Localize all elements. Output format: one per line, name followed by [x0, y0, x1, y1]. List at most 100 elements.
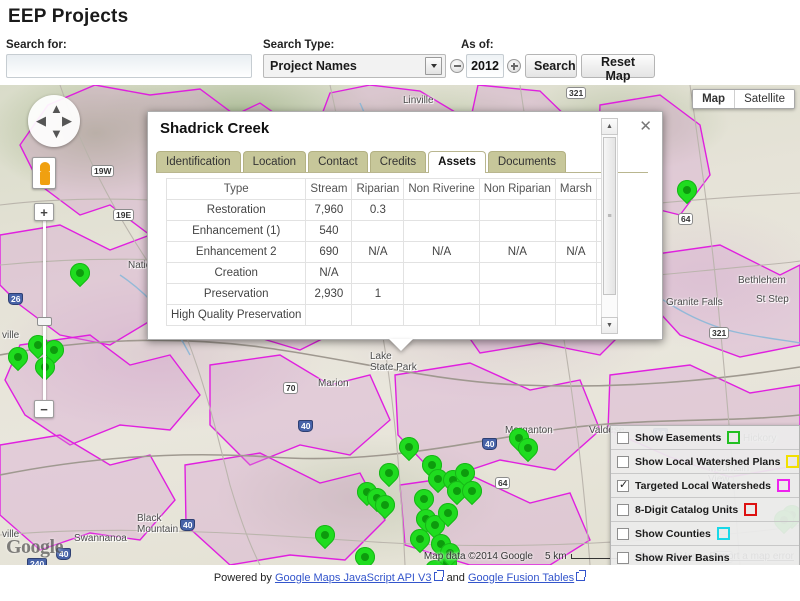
legend-label: Show River Basins — [635, 552, 730, 564]
assets-table-row: Preservation2,9301N/A — [166, 283, 618, 305]
road-shield: 321 — [566, 87, 587, 99]
zoom-slider[interactable]: + − — [34, 203, 54, 418]
google-maps-api-link[interactable]: Google Maps JavaScript API V3 — [275, 572, 432, 584]
tab-credits[interactable]: Credits — [369, 151, 427, 172]
search-button[interactable]: Search — [525, 54, 577, 78]
assets-cell — [403, 262, 480, 284]
scroll-up-icon[interactable]: ▲ — [601, 118, 618, 135]
assets-cell — [305, 304, 353, 326]
zoom-slider-thumb[interactable] — [37, 317, 52, 326]
assets-cell: N/A — [478, 241, 556, 263]
project-marker-pin[interactable] — [65, 258, 106, 293]
info-window-scrollbar[interactable]: ▲ ≡ ▼ — [601, 118, 618, 334]
google-fusion-tables-link[interactable]: Google Fusion Tables — [468, 572, 574, 584]
legend-row[interactable]: 8-Digit Catalog Units — [611, 498, 799, 522]
project-marker-pin[interactable] — [3, 342, 44, 377]
year-input[interactable] — [466, 54, 504, 78]
search-type-select[interactable]: Project Names — [263, 54, 446, 78]
search-for-label: Search for: — [6, 39, 67, 51]
tab-assets[interactable]: Assets — [428, 151, 486, 173]
scrollbar-track[interactable]: ≡ — [601, 135, 618, 317]
assets-column-header: Marsh — [554, 178, 597, 200]
legend-checkbox[interactable] — [617, 431, 629, 444]
project-marker-pin[interactable] — [513, 433, 554, 468]
map-layers-legend[interactable]: Show Easements Show Local Watershed Plans… — [610, 425, 800, 565]
scroll-down-icon[interactable]: ▼ — [601, 317, 618, 334]
search-input[interactable] — [6, 54, 252, 78]
map-type-control[interactable]: Map Satellite — [692, 89, 795, 109]
zoom-out-button[interactable]: − — [34, 400, 54, 418]
assets-cell — [351, 304, 405, 326]
assets-cell — [478, 199, 556, 221]
assets-table: Type Stream Riparian Non Riverine Non Ripari… — [166, 178, 618, 326]
year-increment-button[interactable] — [507, 59, 521, 73]
assets-cell — [478, 220, 556, 242]
assets-cell: N/A — [403, 241, 480, 263]
tab-contact[interactable]: Contact — [308, 151, 368, 172]
legend-checkbox[interactable] — [617, 552, 629, 564]
info-window[interactable]: Shadrick Creek ✕ Identification Location C… — [147, 111, 663, 340]
map-data-credit: Map data ©2014 Google — [423, 550, 533, 562]
pan-control[interactable]: ▲ ▼ ◀ ▶ — [28, 95, 80, 147]
assets-table-row: CreationN/AN/A — [166, 262, 618, 284]
chevron-down-icon — [425, 57, 442, 75]
road-shield: 40 — [482, 438, 498, 450]
road-shield: 70 — [283, 382, 299, 394]
legend-row[interactable]: Show Easements — [611, 426, 799, 450]
street-view-pegman-icon[interactable] — [32, 157, 56, 189]
road-shield: 40 — [180, 519, 196, 531]
assets-table-container[interactable]: Type Stream Riparian Non Riverine Non Ripari… — [166, 178, 618, 330]
road-shield: 321 — [709, 327, 730, 339]
year-decrement-button[interactable] — [450, 59, 464, 73]
assets-cell — [554, 220, 597, 242]
pan-right-icon[interactable]: ▶ — [62, 114, 72, 127]
legend-color-swatch — [776, 479, 790, 492]
reset-map-button[interactable]: Reset Map — [581, 54, 655, 83]
map-type-map[interactable]: Map — [693, 90, 735, 108]
assets-table-body: Restoration7,9600.3Enhancement (1)540N/A… — [166, 199, 618, 326]
assets-cell — [478, 283, 556, 305]
assets-cell: N/A — [554, 241, 597, 263]
assets-table-row: Enhancement 2690N/AN/AN/AN/AN/A — [166, 241, 618, 263]
project-marker-pin[interactable] — [394, 432, 435, 467]
project-marker-pin[interactable] — [433, 498, 474, 533]
external-link-icon — [433, 570, 444, 581]
info-window-tabs[interactable]: Identification Location Contact Credits Asse… — [156, 150, 648, 173]
map-type-satellite[interactable]: Satellite — [734, 90, 794, 108]
legend-row[interactable]: Show Counties — [611, 522, 799, 546]
assets-cell: 0.3 — [351, 199, 405, 221]
assets-row-label: Creation — [166, 262, 307, 284]
road-shield: 19E — [113, 209, 135, 221]
scrollbar-thumb[interactable]: ≡ — [603, 137, 616, 295]
project-marker-pin[interactable] — [370, 490, 411, 525]
legend-row[interactable]: Targeted Local Watersheds — [611, 474, 799, 498]
pan-down-icon[interactable]: ▼ — [50, 127, 63, 140]
project-marker-pin[interactable] — [672, 175, 713, 210]
assets-column-header: Type — [166, 178, 307, 200]
pan-left-icon[interactable]: ◀ — [36, 114, 46, 127]
assets-row-label: Enhancement (1) — [166, 220, 307, 242]
zoom-in-button[interactable]: + — [34, 203, 54, 221]
legend-row[interactable]: Show River Basins — [611, 546, 799, 565]
assets-cell: 1 — [351, 283, 405, 305]
tab-documents[interactable]: Documents — [487, 151, 567, 172]
assets-cell: 690 — [305, 241, 353, 263]
legend-checkbox[interactable] — [617, 479, 629, 492]
legend-checkbox[interactable] — [617, 503, 629, 516]
search-type-value: Project Names — [270, 59, 357, 73]
assets-cell — [403, 220, 480, 242]
project-marker-pin[interactable] — [457, 476, 498, 511]
assets-column-header: Riparian — [351, 178, 405, 200]
pan-up-icon[interactable]: ▲ — [50, 102, 63, 115]
legend-row[interactable]: Show Local Watershed Plans — [611, 450, 800, 474]
close-icon[interactable]: ✕ — [639, 119, 652, 134]
legend-checkbox[interactable] — [617, 527, 629, 540]
assets-cell: 2,930 — [305, 283, 353, 305]
assets-cell — [403, 199, 480, 221]
assets-cell — [403, 283, 480, 305]
zoom-slider-track[interactable] — [43, 219, 46, 405]
tab-location[interactable]: Location — [242, 151, 307, 172]
legend-checkbox[interactable] — [617, 455, 629, 468]
legend-color-swatch — [786, 455, 800, 468]
tab-identification[interactable]: Identification — [156, 151, 241, 172]
